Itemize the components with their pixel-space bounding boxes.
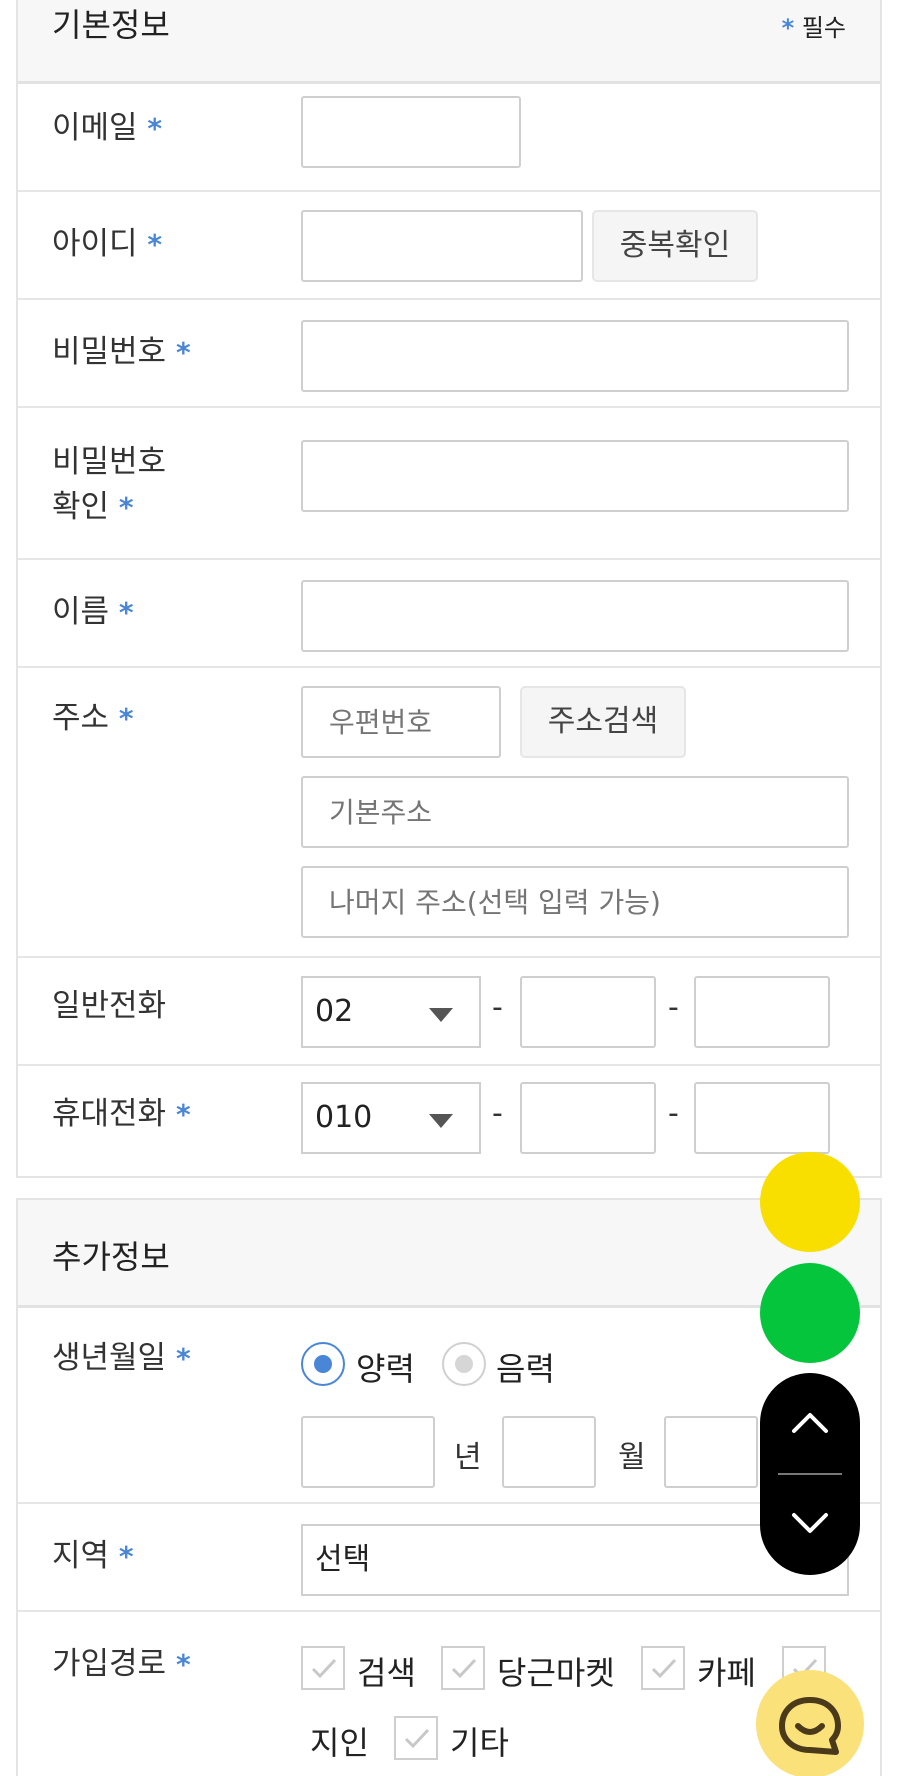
region-row: 지역 * 선택 bbox=[18, 1504, 880, 1612]
address-detail-input[interactable] bbox=[301, 866, 849, 938]
address-basic-input[interactable] bbox=[301, 776, 849, 848]
chat-smile-icon bbox=[779, 1697, 841, 1755]
password-confirm-label: 비밀번호 확인 * bbox=[52, 444, 167, 525]
dropdown-arrow-icon bbox=[429, 1114, 453, 1128]
phone-prefix-select[interactable]: 02 bbox=[301, 976, 481, 1048]
name-row: 이름 * bbox=[18, 560, 880, 668]
signup-path-checkbox-search[interactable] bbox=[301, 1646, 345, 1690]
password-confirm-input[interactable] bbox=[301, 440, 849, 512]
kakao-floating-button[interactable] bbox=[760, 1152, 860, 1252]
birth-year-input[interactable] bbox=[301, 1416, 435, 1488]
name-label: 이름 * bbox=[52, 594, 134, 630]
signup-path-label-search: 검색 bbox=[357, 1654, 416, 1692]
phone-middle-input[interactable] bbox=[520, 976, 656, 1048]
naver-floating-button[interactable] bbox=[760, 1263, 860, 1363]
scroll-divider bbox=[778, 1473, 842, 1475]
signup-path-checkbox-karrot[interactable] bbox=[441, 1646, 485, 1690]
email-input[interactable] bbox=[301, 96, 521, 168]
signup-path-checkbox-cafe[interactable] bbox=[641, 1646, 685, 1690]
lunar-label: 음력 bbox=[496, 1350, 555, 1388]
chevron-up-icon[interactable] bbox=[786, 1393, 834, 1453]
id-row: 아이디 * 중복확인 bbox=[18, 192, 880, 300]
address-row: 주소 * 주소검색 bbox=[18, 668, 880, 958]
mobile-prefix-select[interactable]: 010 bbox=[301, 1082, 481, 1154]
birthdate-label: 생년월일 * bbox=[52, 1340, 191, 1376]
password-row: 비밀번호 * bbox=[18, 300, 880, 408]
signup-path-label: 가입경로 * bbox=[52, 1646, 191, 1682]
email-label: 이메일 * bbox=[52, 110, 163, 146]
signup-path-label-friend: 지인 bbox=[310, 1724, 369, 1762]
address-label: 주소 * bbox=[52, 700, 134, 736]
id-input[interactable] bbox=[301, 210, 583, 282]
basic-info-title: 기본정보 bbox=[52, 6, 170, 44]
name-input[interactable] bbox=[301, 580, 849, 652]
scroll-control bbox=[760, 1373, 860, 1575]
extra-info-section: 추가정보 생년월일 * 양력 음력 년 월 지역 * 선택 가입경로 * 검색 … bbox=[16, 1198, 882, 1776]
lunar-radio[interactable] bbox=[442, 1342, 486, 1386]
phone-last-input[interactable] bbox=[694, 976, 830, 1048]
signup-path-label-cafe: 카페 bbox=[697, 1654, 756, 1692]
chevron-down-icon[interactable] bbox=[786, 1493, 834, 1553]
signup-path-checkbox-other[interactable] bbox=[394, 1716, 438, 1760]
birth-month-input[interactable] bbox=[502, 1416, 596, 1488]
email-row: 이메일 * bbox=[18, 84, 880, 192]
region-label: 지역 * bbox=[52, 1538, 134, 1574]
password-confirm-row: 비밀번호 확인 * bbox=[18, 408, 880, 560]
phone-label: 일반전화 bbox=[52, 988, 167, 1024]
phone-row: 일반전화 02 - - bbox=[18, 958, 880, 1066]
signup-path-label-karrot: 당근마켓 bbox=[497, 1654, 615, 1692]
mobile-dash-1: - bbox=[492, 1096, 503, 1131]
mobile-dash-2: - bbox=[668, 1096, 679, 1131]
basic-info-section: 기본정보 * 필수 이메일 * 아이디 * 중복확인 비밀번호 * 비밀번호 확인… bbox=[16, 0, 882, 1178]
solar-radio[interactable] bbox=[301, 1342, 345, 1386]
birthdate-row: 생년월일 * 양력 음력 년 월 bbox=[18, 1308, 880, 1504]
phone-dash-1: - bbox=[492, 990, 503, 1025]
solar-label: 양력 bbox=[356, 1350, 415, 1388]
chat-floating-button[interactable] bbox=[756, 1670, 864, 1776]
month-unit: 월 bbox=[618, 1440, 646, 1475]
signup-path-label-other: 기타 bbox=[450, 1724, 509, 1762]
mobile-last-input[interactable] bbox=[694, 1082, 830, 1154]
zipcode-input[interactable] bbox=[301, 686, 501, 758]
year-unit: 년 bbox=[454, 1440, 482, 1475]
duplicate-check-button[interactable]: 중복확인 bbox=[592, 210, 758, 282]
basic-info-header: 기본정보 * 필수 bbox=[18, 0, 880, 84]
required-legend: * 필수 bbox=[781, 14, 846, 42]
password-input[interactable] bbox=[301, 320, 849, 392]
mobile-label: 휴대전화 * bbox=[52, 1096, 191, 1132]
password-label: 비밀번호 * bbox=[52, 334, 191, 370]
address-search-button[interactable]: 주소검색 bbox=[520, 686, 686, 758]
mobile-row: 휴대전화 * 010 - - bbox=[18, 1066, 880, 1176]
dropdown-arrow-icon bbox=[429, 1008, 453, 1022]
id-label: 아이디 * bbox=[52, 226, 163, 262]
extra-info-title: 추가정보 bbox=[52, 1238, 170, 1276]
birth-day-input[interactable] bbox=[664, 1416, 758, 1488]
mobile-middle-input[interactable] bbox=[520, 1082, 656, 1154]
extra-info-header: 추가정보 bbox=[18, 1200, 880, 1308]
signup-path-row: 가입경로 * 검색 당근마켓 카페 지인 기타 bbox=[18, 1612, 880, 1776]
phone-dash-2: - bbox=[668, 990, 679, 1025]
